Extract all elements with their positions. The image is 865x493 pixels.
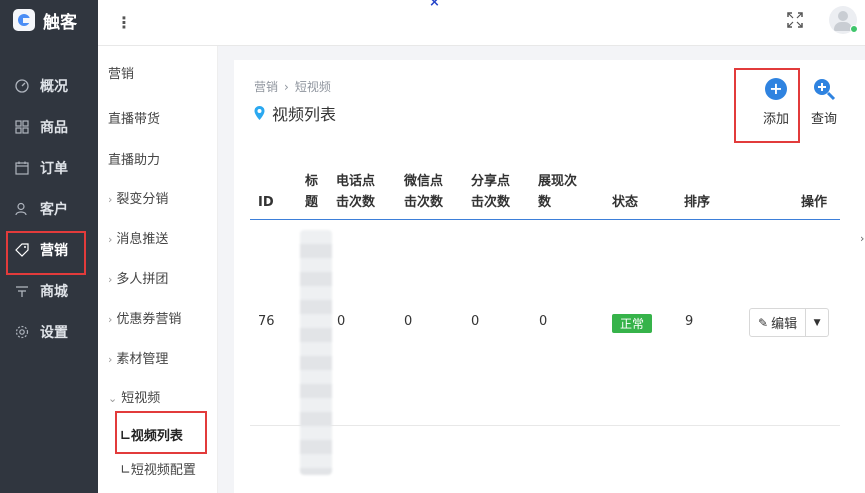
- cell-share-clicks: 0: [471, 314, 480, 329]
- caret-down-icon: ▼: [813, 317, 821, 328]
- col-header-title: 标题: [305, 174, 319, 210]
- breadcrumb-separator: ›: [284, 80, 289, 94]
- cell-views: 0: [539, 314, 548, 329]
- cross-marker-icon: ×: [429, 0, 440, 10]
- fullscreen-icon[interactable]: [786, 11, 804, 29]
- highlight-box-marketing: [6, 231, 86, 275]
- submenu-item-short-video[interactable]: ⌄ 短视频: [108, 387, 160, 406]
- col-header-share: 分享点击次数: [471, 174, 511, 210]
- breadcrumb: 营销 › 短视频: [254, 78, 331, 95]
- page-title-text: 视频列表: [272, 105, 337, 124]
- nav-item-customers[interactable]: 客户: [0, 188, 98, 229]
- logo-text: 触客: [43, 12, 77, 33]
- nav-label: 商城: [40, 283, 68, 300]
- online-status-dot: [850, 25, 858, 33]
- nav-item-overview[interactable]: 概况: [0, 65, 98, 106]
- submenu-label: 素材管理: [116, 352, 169, 367]
- search-button[interactable]: 查询: [802, 78, 846, 127]
- submenu-item-group-buy[interactable]: › 多人拼团: [108, 268, 168, 287]
- chevron-right-icon: ›: [108, 233, 113, 246]
- main-nav: 概况 商品 订单 客户 营销 商城 设置: [0, 65, 98, 352]
- nav-label: 商品: [40, 119, 68, 136]
- gauge-icon: [14, 78, 30, 94]
- chevron-down-icon: ⌄: [108, 392, 118, 405]
- submenu-label: 短视频: [121, 391, 161, 406]
- nav-item-settings[interactable]: 设置: [0, 311, 98, 352]
- nav-label: 设置: [40, 324, 68, 341]
- submenu-item-coupons[interactable]: › 优惠券营销: [108, 308, 181, 327]
- highlight-box-video-list: [115, 411, 207, 454]
- edit-button[interactable]: ✎ 编辑: [750, 309, 807, 336]
- chevron-right-icon: ›: [108, 273, 113, 286]
- col-header-status: 状态: [612, 195, 639, 210]
- calendar-icon: [14, 160, 30, 176]
- submenu-child-video-config[interactable]: ∟短视频配置: [120, 459, 196, 478]
- breadcrumb-root[interactable]: 营销: [254, 80, 278, 94]
- grid-icon: [14, 119, 30, 135]
- table-row: 76 0 0 0 0 正常 9 ✎ 编辑 ▼: [250, 220, 840, 475]
- col-header-sort: 排序: [684, 195, 711, 210]
- submenu-item-fission[interactable]: › 裂变分销: [108, 188, 168, 207]
- highlight-box-add: [734, 68, 800, 143]
- chevron-right-icon: ›: [108, 313, 113, 326]
- table-header: ID 标题 电话点击次数 微信点击次数 分享点击次数 展现次数 状态 排序 操作: [250, 170, 840, 220]
- nav-item-shop[interactable]: 商城: [0, 270, 98, 311]
- search-icon: [813, 78, 836, 101]
- cell-sort: 9: [685, 314, 694, 329]
- search-button-label: 查询: [810, 112, 837, 127]
- nav-item-orders[interactable]: 订单: [0, 147, 98, 188]
- chevron-right-icon: ›: [108, 193, 113, 206]
- app-logo[interactable]: 触客: [0, 0, 98, 40]
- edit-button-group: ✎ 编辑 ▼: [749, 308, 830, 337]
- more-vertical-icon[interactable]: ⋮: [116, 13, 132, 32]
- col-header-wechat: 微信点击次数: [404, 174, 444, 210]
- submenu-label: 消息推送: [116, 232, 169, 247]
- more-actions-dropdown[interactable]: ▼: [806, 309, 828, 336]
- submenu-item-push[interactable]: › 消息推送: [108, 228, 168, 247]
- nav-label: 客户: [40, 201, 68, 218]
- gear-icon: [14, 324, 30, 340]
- logo-icon: [13, 9, 35, 31]
- col-header-id: ID: [258, 195, 274, 210]
- submenu-label: 裂变分销: [116, 192, 169, 207]
- cell-id: 76: [258, 314, 275, 329]
- edit-icon: ✎: [758, 315, 769, 330]
- cell-wechat-clicks: 0: [404, 314, 413, 329]
- submenu-header[interactable]: 营销: [108, 63, 134, 82]
- page-title: 视频列表: [254, 101, 336, 125]
- cell-phone-clicks: 0: [337, 314, 346, 329]
- submenu-item-live-sales[interactable]: 直播带货: [108, 108, 160, 127]
- submenu-item-live-boost[interactable]: 直播助力: [108, 149, 160, 168]
- nav-label: 概况: [40, 78, 68, 95]
- scroll-right-icon[interactable]: ›: [860, 232, 864, 245]
- nav-item-products[interactable]: 商品: [0, 106, 98, 147]
- col-header-phone: 电话点击次数: [336, 174, 376, 210]
- nav-label: 订单: [40, 160, 68, 177]
- submenu-label: 优惠券营销: [116, 312, 182, 327]
- submenu-label: 多人拼团: [116, 272, 169, 287]
- edit-button-label: 编辑: [771, 317, 798, 332]
- col-header-views: 展现次数: [538, 174, 578, 210]
- col-header-ops: 操作: [801, 195, 828, 210]
- status-badge: 正常: [612, 314, 653, 333]
- location-pin-icon: [254, 106, 265, 120]
- submenu-item-materials[interactable]: › 素材管理: [108, 348, 168, 367]
- user-icon: [14, 201, 30, 217]
- chevron-right-icon: ›: [108, 353, 113, 366]
- top-bar: ⋮: [98, 0, 865, 46]
- shop-icon: [14, 283, 30, 299]
- breadcrumb-current: 短视频: [294, 80, 331, 94]
- cell-title-blurred-thumbnail: [300, 230, 332, 475]
